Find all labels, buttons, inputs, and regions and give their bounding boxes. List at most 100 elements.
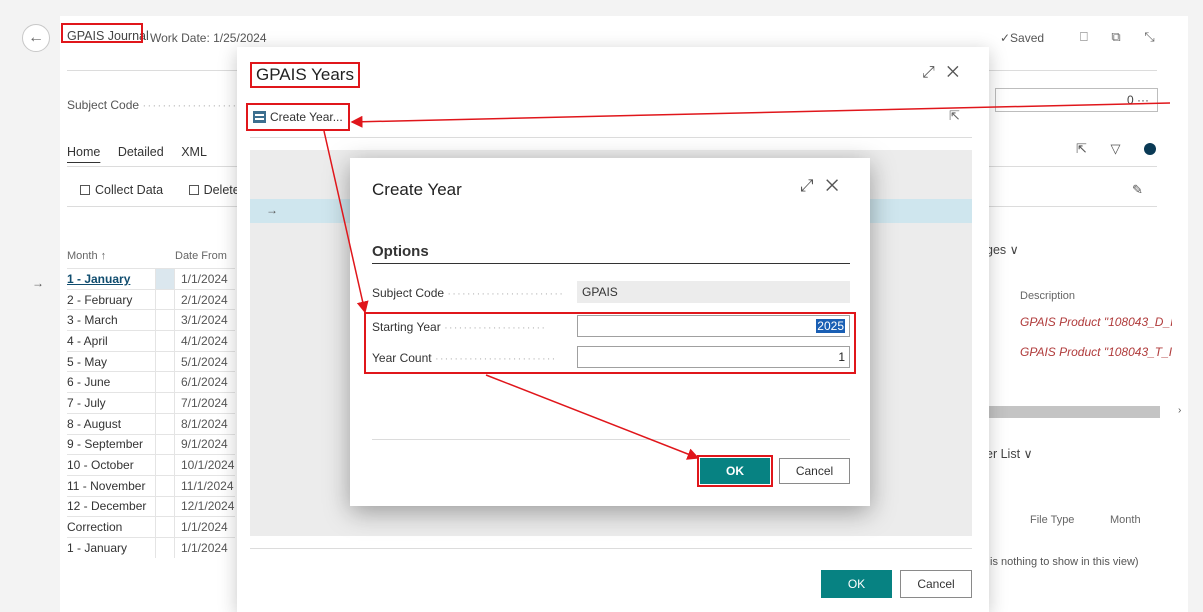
- product-link[interactable]: GPAIS Product "108043_T_IMP_I: [1020, 345, 1172, 359]
- row-divider: [155, 517, 175, 537]
- row-divider: [155, 310, 175, 331]
- tab-home[interactable]: Home: [67, 145, 100, 159]
- tab-xml[interactable]: XML: [181, 145, 207, 159]
- table-row[interactable]: 2 - February 2/1/2024: [67, 288, 235, 310]
- cell-date: 1/1/2024: [181, 540, 228, 555]
- info-icon[interactable]: [1144, 143, 1157, 155]
- row-pointer-icon: →: [32, 276, 44, 290]
- dialog-title: GPAIS Years: [250, 62, 360, 88]
- cell-month: 3 - March: [67, 313, 118, 328]
- row-menu-icon[interactable]: [155, 269, 175, 289]
- window-controls-icon[interactable]: ⎕ ⧉ ⤡: [1080, 29, 1165, 45]
- divider: [372, 439, 850, 440]
- expand-close-icon[interactable]: ⤢✕: [800, 176, 851, 196]
- ok-button[interactable]: OK: [821, 570, 892, 598]
- cell-date: 9/1/2024: [181, 437, 228, 452]
- table-row[interactable]: 9 - September 9/1/2024: [67, 433, 235, 455]
- ok-button[interactable]: OK: [697, 455, 773, 487]
- header-date-from[interactable]: Date From: [175, 250, 235, 268]
- month-table: Month ↑ Date From 1 - January 1/1/2024 2 …: [67, 250, 235, 558]
- subject-code-field-bg[interactable]: 0 ···: [995, 88, 1158, 112]
- cell-month[interactable]: 1 - January: [67, 272, 155, 286]
- personalize-icon[interactable]: ✎: [1132, 182, 1143, 198]
- table-row[interactable]: 5 - May 5/1/2024: [67, 350, 235, 372]
- subject-code-field: GPAIS: [577, 281, 850, 303]
- table-row[interactable]: 8 - August 8/1/2024: [67, 412, 235, 434]
- table-row[interactable]: 7 - July 7/1/2024: [67, 392, 235, 413]
- cell-date: 8/1/2024: [181, 416, 228, 431]
- cell-date: 2/1/2024: [181, 292, 228, 307]
- table-header: Month ↑ Date From: [67, 250, 235, 268]
- table-row[interactable]: 1 - January 1/1/2024: [67, 268, 235, 289]
- delete-button[interactable]: Delete: [188, 183, 240, 197]
- row-divider: [155, 537, 175, 558]
- row-divider: [155, 331, 175, 351]
- cell-month: 12 - December: [67, 499, 147, 514]
- dialog-title: Create Year: [372, 180, 462, 199]
- annotation-box-fields: [364, 312, 856, 374]
- cell-month: 9 - September: [67, 437, 144, 452]
- row-divider: [155, 393, 175, 413]
- product-link[interactable]: GPAIS Product "108043_D_IMP_: [1020, 315, 1172, 329]
- collect-data-button[interactable]: Collect Data: [80, 183, 163, 197]
- cancel-button[interactable]: Cancel: [900, 570, 972, 598]
- row-divider: [155, 372, 175, 393]
- cell-month: Correction: [67, 520, 123, 535]
- cell-month: 7 - July: [67, 395, 106, 410]
- cell-month: 5 - May: [67, 354, 108, 369]
- table-row[interactable]: 10 - October 10/1/2024: [67, 454, 235, 475]
- cell-month: 11 - November: [67, 478, 146, 493]
- work-date: Work Date: 1/25/2024: [150, 31, 267, 45]
- cell-date: 6/1/2024: [181, 375, 228, 390]
- cancel-button[interactable]: Cancel: [779, 458, 850, 484]
- share-icon[interactable]: ⇱: [949, 108, 960, 124]
- cell-month: 8 - August: [67, 416, 122, 431]
- table-row[interactable]: 1 - January 1/1/2024: [67, 536, 235, 558]
- description-header: Description: [1020, 290, 1076, 302]
- table-row[interactable]: 3 - March 3/1/2024: [67, 309, 235, 331]
- table-row[interactable]: Correction 1/1/2024: [67, 516, 235, 537]
- cell-date: 7/1/2024: [181, 395, 228, 410]
- action-bar: Collect Data Delete: [80, 183, 262, 197]
- subject-code-label-bg: Subject Code ·····················: [67, 98, 248, 112]
- saved-status: ✓Saved: [1000, 31, 1045, 45]
- factbox-lines-heading[interactable]: ges ∨: [986, 242, 1019, 257]
- table-row[interactable]: 4 - April 4/1/2024: [67, 330, 235, 351]
- factbox-file-list-heading[interactable]: er List ∨: [986, 446, 1033, 461]
- divider: [250, 548, 972, 549]
- month-header: Month: [1110, 514, 1141, 526]
- header-month[interactable]: Month ↑: [67, 250, 175, 268]
- calendar-icon: [253, 111, 266, 123]
- empty-list-message: is nothing to show in this view): [990, 556, 1139, 568]
- list-action-icons[interactable]: ⇱ ▽: [1076, 141, 1157, 157]
- section-heading[interactable]: Options: [372, 243, 429, 260]
- cell-date: 3/1/2024: [181, 313, 228, 328]
- scroll-right-icon[interactable]: ›: [1178, 405, 1181, 416]
- row-divider: [155, 289, 175, 310]
- tab-detailed[interactable]: Detailed: [118, 145, 164, 159]
- cell-date: 11/1/2024: [181, 478, 234, 493]
- row-divider: [155, 434, 175, 455]
- divider: [250, 137, 972, 138]
- table-row[interactable]: 12 - December 12/1/2024: [67, 495, 235, 517]
- cell-date: 4/1/2024: [181, 333, 228, 348]
- table-row[interactable]: 6 - June 6/1/2024: [67, 371, 235, 393]
- horizontal-scrollbar[interactable]: [988, 406, 1160, 418]
- cell-date: 12/1/2024: [181, 499, 235, 514]
- page-tabs: Home Detailed XML: [67, 145, 221, 159]
- expand-close-icon[interactable]: ⤢✕: [922, 64, 971, 82]
- create-year-button[interactable]: Create Year...: [246, 103, 350, 131]
- cell-date: 5/1/2024: [181, 354, 228, 369]
- cell-date: 10/1/2024: [181, 458, 235, 473]
- annotation-box-journal-title: [61, 23, 143, 43]
- divider: [372, 263, 850, 264]
- table-row[interactable]: 11 - November 11/1/2024: [67, 474, 235, 496]
- file-type-header: File Type: [1030, 514, 1075, 526]
- subject-code-label: Subject Code ························: [372, 286, 565, 300]
- back-arrow-icon[interactable]: ←: [22, 24, 50, 52]
- row-pointer-icon: →: [266, 203, 278, 217]
- row-divider: [155, 496, 175, 517]
- cell-date: 1/1/2024: [181, 520, 228, 535]
- cell-month: 2 - February: [67, 292, 133, 307]
- cell-month: 4 - April: [67, 333, 108, 348]
